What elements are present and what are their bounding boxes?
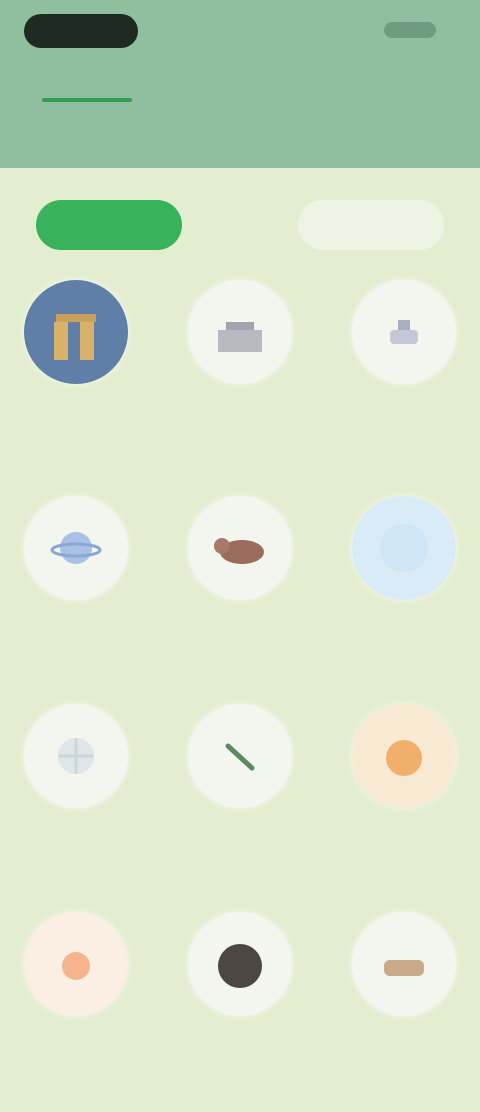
- grid-item-12[interactable]: [334, 912, 474, 1112]
- planet-icon: [24, 496, 128, 600]
- temple-icon: [24, 280, 128, 384]
- grid-item-3[interactable]: [334, 280, 474, 480]
- header-subtitle: [28, 124, 448, 140]
- grid-item-1[interactable]: [6, 280, 146, 480]
- tab-2[interactable]: [188, 70, 298, 98]
- bread-icon: [352, 912, 456, 1016]
- globe-icon: [24, 704, 128, 808]
- animal-icon: [188, 496, 292, 600]
- hat-icon: [188, 912, 292, 1016]
- tab-1[interactable]: [38, 70, 138, 98]
- grid-item-9[interactable]: [334, 704, 474, 904]
- fruit-icon: [352, 704, 456, 808]
- food-icon: [24, 912, 128, 1016]
- grid-item-6[interactable]: [334, 496, 474, 696]
- building-icon: [188, 280, 292, 384]
- grid-item-10[interactable]: [6, 912, 146, 1112]
- grid-item-11[interactable]: [170, 912, 310, 1112]
- grid-item-4[interactable]: [6, 496, 146, 696]
- status-icons: [384, 22, 436, 38]
- grid-item-5[interactable]: [170, 496, 310, 696]
- leaf-icon: [188, 704, 292, 808]
- tab-active-indicator: [42, 98, 132, 102]
- bubble-icon: [352, 496, 456, 600]
- ship-icon: [352, 280, 456, 384]
- primary-button[interactable]: [36, 200, 182, 250]
- grid-item-7[interactable]: [6, 704, 146, 904]
- grid-item-2[interactable]: [170, 280, 310, 480]
- secondary-button[interactable]: [298, 200, 444, 250]
- status-bar-time: [24, 14, 138, 48]
- app-header: [0, 0, 480, 168]
- grid-item-8[interactable]: [170, 704, 310, 904]
